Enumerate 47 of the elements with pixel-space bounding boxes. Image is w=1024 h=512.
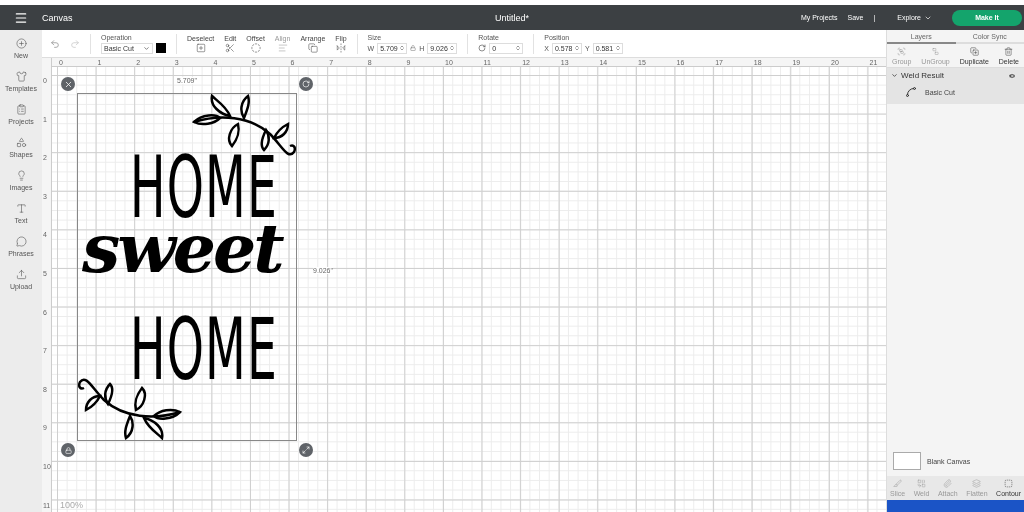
group-icon xyxy=(897,46,907,56)
layer-thumbnail-icon xyxy=(905,86,917,98)
eye-icon[interactable] xyxy=(1008,71,1016,80)
plus-circle-icon xyxy=(15,38,27,49)
paperclip-icon xyxy=(943,479,953,488)
slice-icon xyxy=(893,479,903,488)
stepper-icon[interactable] xyxy=(399,45,406,51)
delete-handle[interactable] xyxy=(61,77,75,91)
shirt-icon xyxy=(15,71,27,82)
rotate-icon xyxy=(478,44,487,52)
stepper-icon[interactable] xyxy=(573,45,580,51)
upload-icon xyxy=(15,269,27,280)
lock-icon[interactable] xyxy=(410,45,417,51)
speech-bubble-icon xyxy=(15,236,27,247)
align-icon xyxy=(277,42,288,53)
shapes-icon xyxy=(15,137,27,148)
zoom-level: 100% xyxy=(60,500,84,510)
stepper-icon[interactable] xyxy=(515,45,522,51)
menu-icon[interactable] xyxy=(14,10,28,25)
duplicate-icon xyxy=(969,46,979,56)
clipboard-icon xyxy=(15,104,27,115)
layers-icon xyxy=(972,479,982,488)
document-title: Untitled* xyxy=(495,12,529,23)
contour-icon xyxy=(1004,479,1014,488)
flip-icon xyxy=(335,42,346,53)
caret-icon[interactable] xyxy=(891,72,898,79)
stepper-icon[interactable] xyxy=(449,45,456,51)
lock-handle[interactable] xyxy=(61,443,75,457)
ungroup-icon xyxy=(931,46,941,56)
dashed-circle-icon xyxy=(250,42,261,53)
text-icon xyxy=(15,203,27,214)
color-swatch[interactable] xyxy=(156,43,166,53)
stepper-icon[interactable] xyxy=(614,45,621,51)
layer-name: Weld Result xyxy=(901,71,944,80)
design-text: HOME xyxy=(130,306,278,392)
app-title: Canvas xyxy=(42,12,73,23)
weld-icon xyxy=(917,479,927,488)
rotate-handle[interactable] xyxy=(299,77,313,91)
trash-icon xyxy=(1004,46,1014,56)
blank-canvas-swatch[interactable] xyxy=(893,452,921,470)
undo-icon[interactable] xyxy=(50,38,60,49)
stacked-squares-icon xyxy=(307,42,318,53)
resize-handle[interactable] xyxy=(299,443,313,457)
lightbulb-icon xyxy=(15,170,27,181)
scissors-icon xyxy=(225,42,236,53)
square-plus-icon xyxy=(195,42,206,53)
chevron-down-icon xyxy=(143,44,150,52)
